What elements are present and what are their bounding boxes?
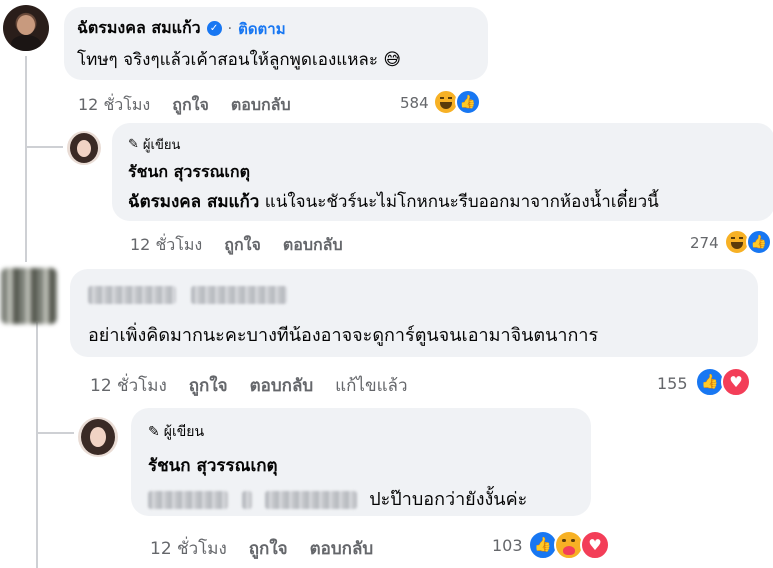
thread-line [25, 56, 27, 262]
comment-text: อย่าเพิ่งคิดมากนะคะบางทีน้องอาจจะดูการ์ต… [88, 325, 599, 346]
author-badge: ผู้เขียน [142, 138, 181, 153]
thread-line [36, 432, 74, 434]
comment-author[interactable]: ฉัตรมงคล สมแก้ว [77, 16, 201, 41]
comment-time[interactable]: 12 ชั่วโมง [78, 95, 150, 114]
like-button[interactable]: ถูกใจ [189, 376, 228, 396]
comment-author-redacted [88, 284, 288, 304]
separator: · [227, 20, 233, 37]
like-icon: 👍 [746, 229, 772, 255]
avatar[interactable] [3, 5, 49, 51]
avatar[interactable] [67, 131, 101, 165]
comment-actions: 12 ชั่วโมง ถูกใจ ตอบกลับ [130, 233, 365, 258]
reaction-count[interactable]: 584 [400, 94, 429, 112]
comment-author[interactable]: รัชนก สุวรรณเกตุ [148, 452, 278, 479]
comment-actions: 12 ชั่วโมง ถูกใจ ตอบกลับ [78, 93, 313, 118]
reaction-count[interactable]: 103 [492, 536, 523, 555]
comment-time[interactable]: 12 ชั่วโมง [90, 376, 167, 396]
mention-link[interactable]: ฉัตรมงคล สมแก้ว [128, 192, 259, 212]
mention-redacted [148, 489, 363, 510]
reaction-count[interactable]: 155 [657, 374, 688, 393]
like-icon: 👍 [455, 89, 481, 115]
thread-line [25, 146, 63, 148]
reply-button[interactable]: ตอบกลับ [283, 235, 343, 254]
love-icon: ♥ [580, 530, 610, 560]
comment-text: แน่ใจนะชัวร์นะไม่โกหกนะรีบออกมาจากห้องน้… [264, 192, 659, 212]
comment-time[interactable]: 12 ชั่วโมง [130, 235, 202, 254]
author-badge: ผู้เขียน [163, 424, 205, 440]
reaction-count[interactable]: 274 [690, 234, 719, 252]
comment-actions: 12 ชั่วโมง ถูกใจ ตอบกลับ แก้ไขแล้ว [90, 372, 430, 399]
reply-button[interactable]: ตอบกลับ [250, 376, 314, 396]
edited-label: แก้ไขแล้ว [335, 376, 408, 396]
comment-time[interactable]: 12 ชั่วโมง [150, 539, 227, 559]
avatar[interactable] [78, 417, 118, 457]
avatar[interactable] [1, 268, 57, 324]
love-icon: ♥ [721, 367, 751, 397]
like-button[interactable]: ถูกใจ [172, 95, 209, 114]
comment-actions: 12 ชั่วโมง ถูกใจ ตอบกลับ [150, 535, 395, 562]
thread-line [36, 322, 38, 568]
pencil-icon: ✎ [148, 424, 160, 440]
comment-author[interactable]: รัชนก สุวรรณเกตุ [128, 160, 250, 185]
reply-button[interactable]: ตอบกลับ [231, 95, 291, 114]
follow-link[interactable]: ติดตาม [238, 17, 286, 41]
verified-icon: ✓ [206, 21, 222, 36]
pencil-icon: ✎ [128, 137, 139, 152]
comment-text: ปะป๊าบอกว่ายังงั้นค่ะ [369, 489, 528, 510]
like-button[interactable]: ถูกใจ [224, 235, 261, 254]
comment-text: โทษๆ จริงๆแล้วเค้าสอนให้ลูกพูดเองแหละ 😅 [77, 50, 402, 70]
reply-button[interactable]: ตอบกลับ [310, 539, 374, 559]
like-button[interactable]: ถูกใจ [249, 539, 288, 559]
